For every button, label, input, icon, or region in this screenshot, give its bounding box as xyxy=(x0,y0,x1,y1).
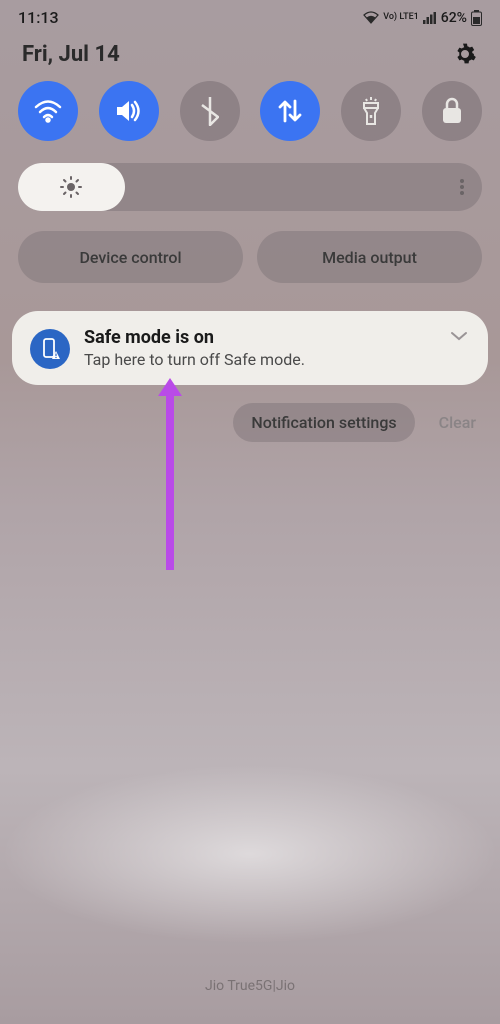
device-control-label: Device control xyxy=(79,248,181,267)
notification-settings-label: Notification settings xyxy=(251,413,396,432)
gear-icon xyxy=(453,42,477,66)
notification-settings-button[interactable]: Notification settings xyxy=(233,403,414,442)
sun-icon xyxy=(60,176,82,198)
notification-subtitle: Tap here to turn off Safe mode. xyxy=(84,350,470,369)
qs-mobile-data[interactable] xyxy=(260,81,320,141)
battery-pct: 62% xyxy=(441,10,467,26)
chevron-down-icon xyxy=(450,330,468,342)
expand-chevron[interactable] xyxy=(450,327,468,346)
brightness-slider[interactable] xyxy=(18,163,482,211)
date-text: Fri, Jul 14 xyxy=(22,42,120,67)
phone-warning-icon xyxy=(39,338,61,360)
device-control-button[interactable]: Device control xyxy=(18,231,243,283)
status-indicators: Vo) LTE1 62% xyxy=(363,10,482,26)
qs-wifi[interactable] xyxy=(18,81,78,141)
data-arrows-icon xyxy=(277,97,303,125)
signal-icon xyxy=(423,12,437,24)
qs-rotation-lock[interactable] xyxy=(422,81,482,141)
quick-settings-row xyxy=(0,81,500,141)
bluetooth-icon xyxy=(201,96,219,126)
notification-title: Safe mode is on xyxy=(84,327,470,348)
notification-body: Safe mode is on Tap here to turn off Saf… xyxy=(84,327,470,369)
footer-actions: Notification settings Clear xyxy=(0,385,500,442)
battery-icon xyxy=(471,10,482,26)
qs-flashlight[interactable] xyxy=(341,81,401,141)
carrier-label: Jio True5G|Jio xyxy=(0,978,500,994)
media-output-label: Media output xyxy=(322,248,417,267)
flashlight-icon xyxy=(361,96,381,126)
media-output-button[interactable]: Media output xyxy=(257,231,482,283)
control-pills: Device control Media output xyxy=(0,211,500,283)
clear-button[interactable]: Clear xyxy=(439,413,476,432)
wifi-icon xyxy=(33,99,63,123)
settings-button[interactable] xyxy=(452,41,478,67)
clear-label: Clear xyxy=(439,413,476,432)
brightness-fill xyxy=(18,163,125,211)
notification-safe-mode[interactable]: Safe mode is on Tap here to turn off Saf… xyxy=(12,311,488,385)
sound-icon xyxy=(115,98,143,124)
status-bar: 11:13 Vo) LTE1 62% xyxy=(0,0,500,31)
volte-label: Vo) LTE1 xyxy=(383,13,419,22)
notification-app-icon xyxy=(30,329,70,369)
status-time: 11:13 xyxy=(18,8,59,27)
brightness-menu-button[interactable] xyxy=(460,179,464,195)
wallpaper-glow xyxy=(0,764,500,944)
panel-header: Fri, Jul 14 xyxy=(0,31,500,81)
wifi-status-icon xyxy=(363,11,379,25)
lock-icon xyxy=(441,97,463,125)
qs-sound[interactable] xyxy=(99,81,159,141)
qs-bluetooth[interactable] xyxy=(180,81,240,141)
